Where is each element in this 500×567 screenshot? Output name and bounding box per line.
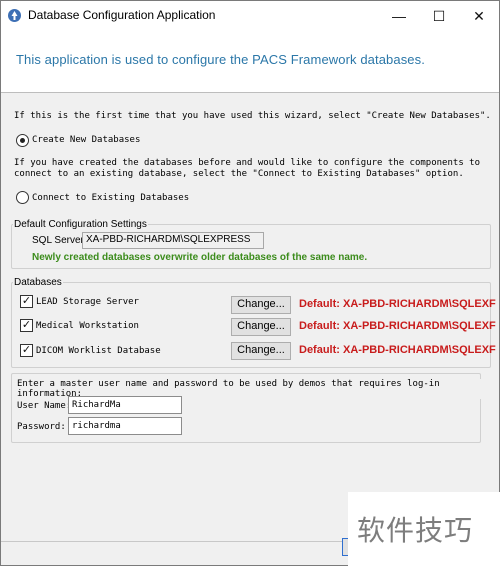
dicom-worklist-change-button[interactable]: Change... — [231, 342, 291, 360]
bottom-divider — [1, 541, 348, 542]
lead-storage-server-label: LEAD Storage Server — [36, 297, 139, 307]
lead-storage-server-checkbox[interactable]: ✓ — [20, 295, 33, 308]
app-icon — [8, 9, 21, 22]
create-new-databases-label[interactable]: Create New Databases — [32, 135, 140, 145]
databases-group-label: Databases — [13, 277, 63, 288]
connect-existing-databases-label[interactable]: Connect to Existing Databases — [32, 193, 189, 203]
app-window: Database Configuration Application — ☐ ✕… — [0, 0, 500, 567]
existing-instruction-line1: If you have created the databases before… — [14, 158, 480, 168]
dicom-worklist-checkbox[interactable]: ✓ — [20, 344, 33, 357]
minimize-icon: — — [392, 8, 406, 24]
close-icon: ✕ — [473, 7, 485, 24]
existing-instruction-line2: connect to an existing database, select … — [14, 169, 464, 179]
header-text: This application is used to configure th… — [16, 52, 425, 67]
default-settings-group-label: Default Configuration Settings — [13, 219, 148, 230]
dicom-worklist-default-text: Default: XA-PBD-RICHARDM\SQLEXF — [299, 344, 496, 356]
medical-workstation-checkbox[interactable]: ✓ — [20, 319, 33, 332]
sql-server-label: SQL Server: — [32, 235, 87, 246]
medical-workstation-label: Medical Workstation — [36, 321, 139, 331]
lead-storage-default-text: Default: XA-PBD-RICHARDM\SQLEXF — [299, 298, 496, 310]
maximize-button[interactable]: ☐ — [419, 1, 459, 31]
close-button[interactable]: ✕ — [459, 1, 499, 31]
create-new-databases-radio[interactable] — [16, 134, 29, 147]
password-label: Password: — [17, 422, 66, 432]
maximize-icon: ☐ — [432, 7, 446, 24]
header-banner: This application is used to configure th… — [1, 31, 499, 93]
medical-workstation-change-button[interactable]: Change... — [231, 318, 291, 336]
password-input[interactable]: richardma — [68, 417, 182, 435]
lead-storage-change-button[interactable]: Change... — [231, 296, 291, 314]
minimize-button[interactable]: — — [379, 1, 419, 31]
dicom-worklist-label: DICOM Worklist Database — [36, 346, 161, 356]
sql-server-field: XA-PBD-RICHARDM\SQLEXPRESS — [82, 232, 264, 249]
user-name-label: User Name: — [17, 401, 72, 411]
title-bar[interactable]: Database Configuration Application — ☐ ✕ — [1, 1, 499, 31]
first-time-instruction: If this is the first time that you have … — [14, 111, 491, 121]
watermark-text: 软件技巧 — [357, 514, 474, 547]
overwrite-note: Newly created databases overwrite older … — [32, 252, 368, 263]
window-title: Database Configuration Application — [28, 8, 216, 22]
user-name-input[interactable]: RichardMa — [68, 396, 182, 414]
medical-workstation-default-text: Default: XA-PBD-RICHARDM\SQLEXF — [299, 320, 496, 332]
connect-existing-databases-radio[interactable] — [16, 191, 29, 204]
